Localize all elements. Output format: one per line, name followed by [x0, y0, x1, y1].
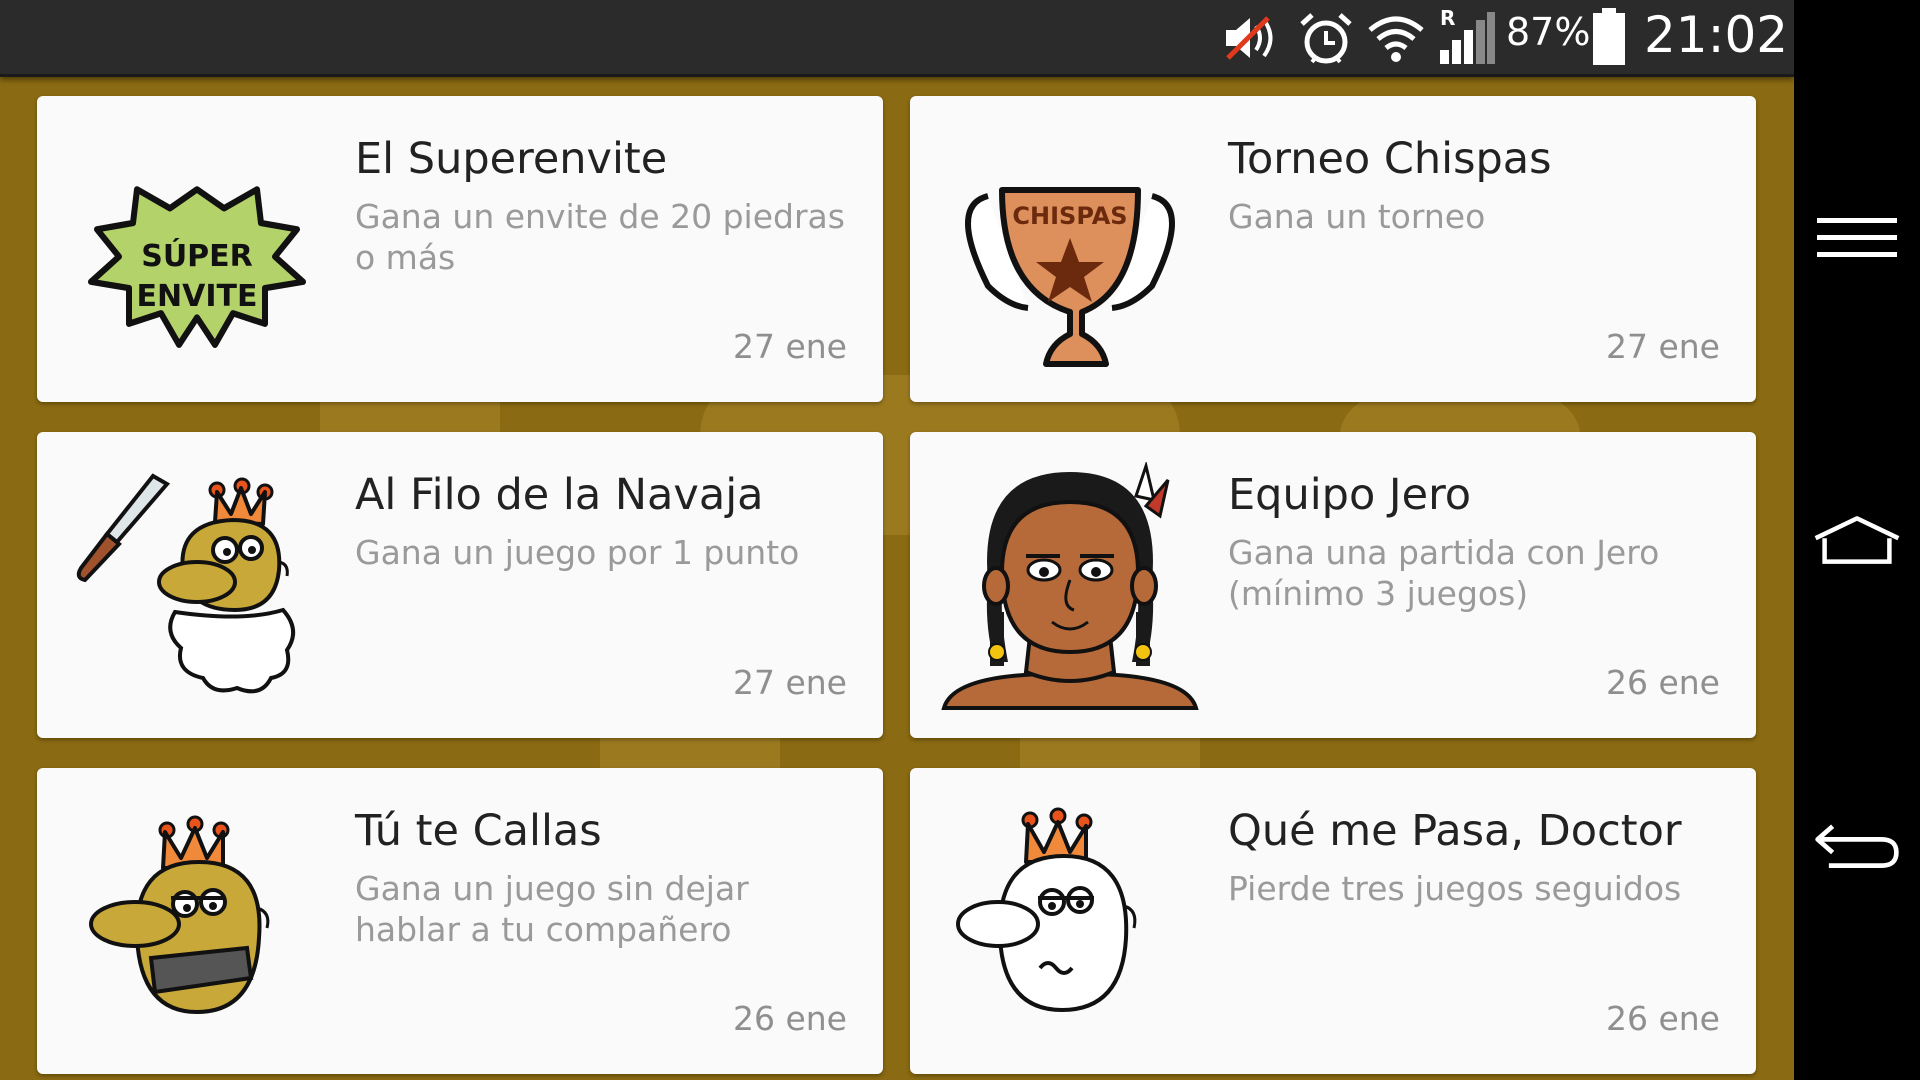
back-icon: [1815, 824, 1899, 868]
jero-character-icon: [941, 462, 1199, 710]
achievement-date: 26 ene: [1605, 999, 1720, 1038]
achievement-date: 27 ene: [732, 663, 847, 702]
achievement-title: El Superenvite: [355, 134, 668, 184]
achievement-date: 26 ene: [1605, 663, 1720, 702]
achievement-card-tu-te-callas[interactable]: Tú te Callas Gana un juego sin dejar hab…: [37, 768, 883, 1074]
achievement-card-que-me-pasa[interactable]: Qué me Pasa, Doctor Pierde tres juegos s…: [910, 768, 1756, 1074]
super-envite-badge-icon: SÚPER ENVITE: [88, 186, 306, 348]
achievement-card-superenvite[interactable]: SÚPER ENVITE El Superenvite Gana un envi…: [37, 96, 883, 402]
battery-percent: 87%: [1506, 10, 1591, 54]
achievement-description: Gana un juego por 1 punto: [355, 533, 800, 572]
achievement-description: Gana un juego sin dejar hablar a tu comp…: [355, 869, 749, 949]
achievement-title: Al Filo de la Navaja: [355, 470, 764, 520]
signal-icon: [1440, 12, 1495, 64]
achievement-card-equipo-jero[interactable]: Equipo Jero Gana una partida con Jero (m…: [910, 432, 1756, 738]
wifi-icon: [1368, 16, 1424, 62]
achievement-description: Gana un torneo: [1228, 197, 1486, 236]
achievement-date: 27 ene: [732, 327, 847, 366]
sick-king-icon: [956, 807, 1137, 1013]
badge-text-super: SÚPER: [141, 237, 253, 274]
badge-text-envite: ENVITE: [137, 279, 258, 314]
home-button[interactable]: [1812, 495, 1902, 585]
clock: 21:02: [1644, 6, 1789, 64]
achievement-title: Tú te Callas: [355, 806, 602, 856]
trophy-icon: CHISPAS: [965, 187, 1175, 367]
achievement-title: Torneo Chispas: [1228, 134, 1552, 184]
achievement-date: 27 ene: [1605, 327, 1720, 366]
status-bar: R 87% 21:02: [0, 0, 1794, 77]
achievement-card-al-filo[interactable]: Al Filo de la Navaja Gana un juego por 1…: [37, 432, 883, 738]
achievement-description: Gana un envite de 20 piedras o más: [355, 197, 845, 277]
navigation-bar: [1794, 0, 1920, 1080]
alarm-icon: [1300, 13, 1352, 64]
king-with-knife-icon: [76, 473, 295, 694]
gagged-king-icon: [89, 815, 270, 1015]
home-icon: [1814, 516, 1900, 564]
back-button[interactable]: [1812, 800, 1902, 890]
trophy-label: CHISPAS: [1012, 202, 1127, 230]
achievement-description: Gana una partida con Jero (mínimo 3 jueg…: [1228, 533, 1660, 613]
achievement-description: Pierde tres juegos seguidos: [1228, 869, 1682, 908]
battery-icon: [1593, 8, 1625, 65]
menu-icon: [1817, 218, 1897, 257]
menu-button[interactable]: [1812, 193, 1902, 283]
volume-muted-icon: [1226, 16, 1273, 60]
achievement-title: Qué me Pasa, Doctor: [1228, 806, 1682, 856]
achievement-title: Equipo Jero: [1228, 470, 1472, 520]
achievement-date: 26 ene: [732, 999, 847, 1038]
app-screen: R 87% 21:02 SÚPER ENVITE El Superenvite …: [0, 0, 1794, 1080]
achievement-card-torneo-chispas[interactable]: CHISPAS Torneo Chispas Gana un torneo 27…: [910, 96, 1756, 402]
